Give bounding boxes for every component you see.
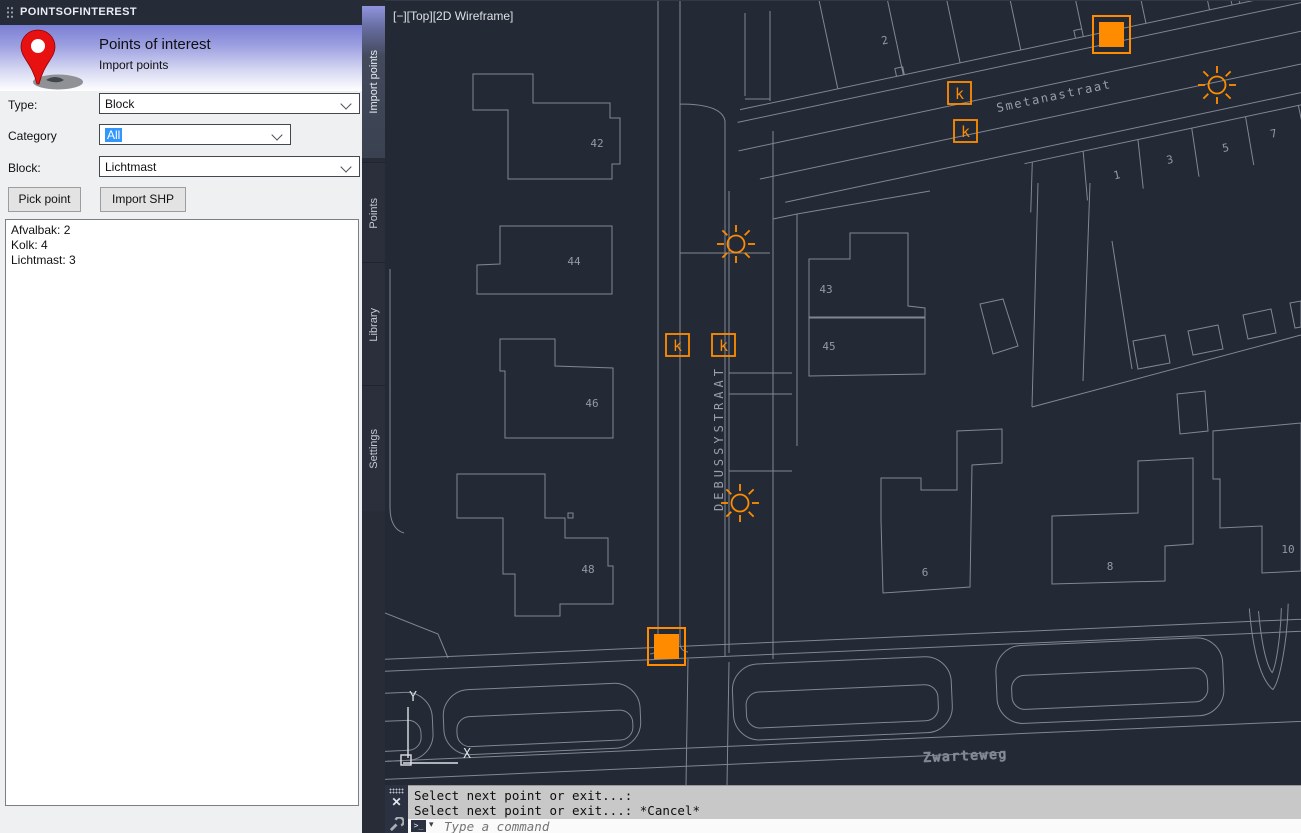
map-canvas[interactable]: Smetanastraat 2 1 3 5 7 Zwarteweg DEBUSS… <box>385 1 1301 786</box>
panel-header-subtitle: Import points <box>99 58 169 72</box>
house-number: 1 <box>1112 168 1121 182</box>
kolk-marker[interactable]: k <box>711 333 736 357</box>
house-number: 10 <box>1281 543 1294 556</box>
kolk-marker[interactable]: k <box>665 333 690 357</box>
command-input-row: >_ ▾ <box>408 819 1301 833</box>
tab-label: Import points <box>367 50 380 114</box>
panel-title: POINTSOFINTEREST <box>20 6 138 18</box>
block-label: Block: <box>8 161 41 175</box>
parking-island <box>1248 603 1289 691</box>
list-item: Afvalbak: 2 <box>11 223 71 237</box>
parking-slot <box>1011 667 1209 710</box>
close-icon[interactable]: ✕ <box>385 795 408 809</box>
ucs-x-label: X <box>463 747 471 762</box>
side-tabstrip: Import points Points Library Settings <box>362 0 385 833</box>
house-number: 46 <box>585 397 598 410</box>
category-select[interactable]: All <box>99 124 291 145</box>
command-history: Select next point or exit...: Select nex… <box>408 785 1301 819</box>
lichtmast-marker[interactable] <box>1197 65 1237 105</box>
type-select[interactable]: Block <box>99 93 360 114</box>
kolk-glyph: k <box>719 337 728 355</box>
command-bar-handle[interactable]: ✕ <box>385 785 408 833</box>
drag-grip-icon[interactable] <box>6 6 14 19</box>
pick-point-button[interactable]: Pick point <box>8 187 81 212</box>
tab-library[interactable]: Library <box>362 262 385 386</box>
street-name-smetanastraat: Smetanastraat <box>995 77 1113 115</box>
tab-points[interactable]: Points <box>362 162 385 263</box>
house-number: 7 <box>1269 127 1278 141</box>
road-lines <box>385 607 1301 782</box>
panel-header: Points of interest Import points <box>0 25 362 91</box>
road-lines <box>385 1 1301 786</box>
type-select-value: Block <box>105 97 135 111</box>
lichtmast-marker[interactable] <box>716 224 756 264</box>
zwarteweg-scene: Zwarteweg <box>385 603 1301 782</box>
house-number: 8 <box>1107 560 1114 573</box>
chevron-down-icon <box>271 129 283 141</box>
parking-slot <box>385 719 422 753</box>
house-number: 42 <box>590 137 603 150</box>
map-pin-icon <box>20 29 83 90</box>
house-number: 3 <box>1165 153 1174 167</box>
panel-titlebar[interactable]: POINTSOFINTEREST <box>0 0 362 25</box>
tab-label: Points <box>367 197 380 229</box>
street-name-debussystraat: DEBUSSYSTRAAT <box>712 365 726 511</box>
ucs-y-label: Y <box>409 690 417 705</box>
chevron-down-icon <box>340 98 352 110</box>
category-select-value: All <box>105 128 123 142</box>
viewport: [−][Top][2D Wireframe] Smetanastraat 2 1… <box>385 0 1301 786</box>
afvalbak-marker[interactable] <box>1092 15 1131 54</box>
command-line: Select next point or exit...: <box>414 788 633 803</box>
house-number: 2 <box>880 33 889 47</box>
drag-grip-icon[interactable] <box>389 788 404 794</box>
tab-settings[interactable]: Settings <box>362 385 385 511</box>
parking-island <box>995 637 1225 724</box>
panel-header-title: Points of interest <box>99 36 211 53</box>
kolk-glyph: k <box>673 337 682 355</box>
import-shp-button[interactable]: Import SHP <box>100 187 186 212</box>
wrench-icon[interactable] <box>389 817 404 832</box>
house-number: 5 <box>1221 141 1230 155</box>
block-select-value: Lichtmast <box>105 160 157 174</box>
tab-label: Library <box>367 307 380 342</box>
command-bar: ✕ Select next point or exit...: Select n… <box>385 785 1301 833</box>
points-of-interest-panel: POINTSOFINTEREST Points of interest Impo… <box>0 0 362 833</box>
type-label: Type: <box>8 98 38 112</box>
import-summary-list[interactable]: Afvalbak: 2 Kolk: 4 Lichtmast: 3 <box>5 219 359 806</box>
tab-import-points[interactable]: Import points <box>362 6 385 158</box>
ucs-icon: Y X <box>400 690 471 766</box>
parking-slot <box>745 684 939 729</box>
chevron-down-icon <box>340 161 352 173</box>
chevron-down-icon[interactable]: ▾ <box>429 819 434 830</box>
tab-label: Settings <box>367 428 380 469</box>
house-number: 48 <box>581 563 594 576</box>
kolk-glyph: k <box>961 123 970 141</box>
building-outlines <box>456 73 1301 617</box>
kolk-glyph: k <box>955 85 964 103</box>
application-window: POINTSOFINTEREST Points of interest Impo… <box>0 0 1301 833</box>
command-input[interactable] <box>444 819 1284 833</box>
block-select[interactable]: Lichtmast <box>99 156 360 177</box>
command-line: Select next point or exit...: *Cancel* <box>414 803 700 818</box>
street-name-zwarteweg: Zwarteweg <box>923 747 1008 766</box>
house-number: 45 <box>822 340 835 353</box>
list-item: Kolk: 4 <box>11 238 48 252</box>
command-prompt-icon: >_ <box>411 820 426 832</box>
house-number: 43 <box>819 283 832 296</box>
kolk-marker[interactable]: k <box>947 81 972 105</box>
list-item: Lichtmast: 3 <box>11 253 76 267</box>
house-number: 6 <box>922 566 929 579</box>
parking-island <box>442 682 642 756</box>
house-number: 44 <box>567 255 581 268</box>
kolk-marker[interactable]: k <box>953 119 978 143</box>
category-label: Category <box>8 129 57 143</box>
lichtmast-marker[interactable] <box>720 483 760 523</box>
parking-slot <box>456 709 634 748</box>
